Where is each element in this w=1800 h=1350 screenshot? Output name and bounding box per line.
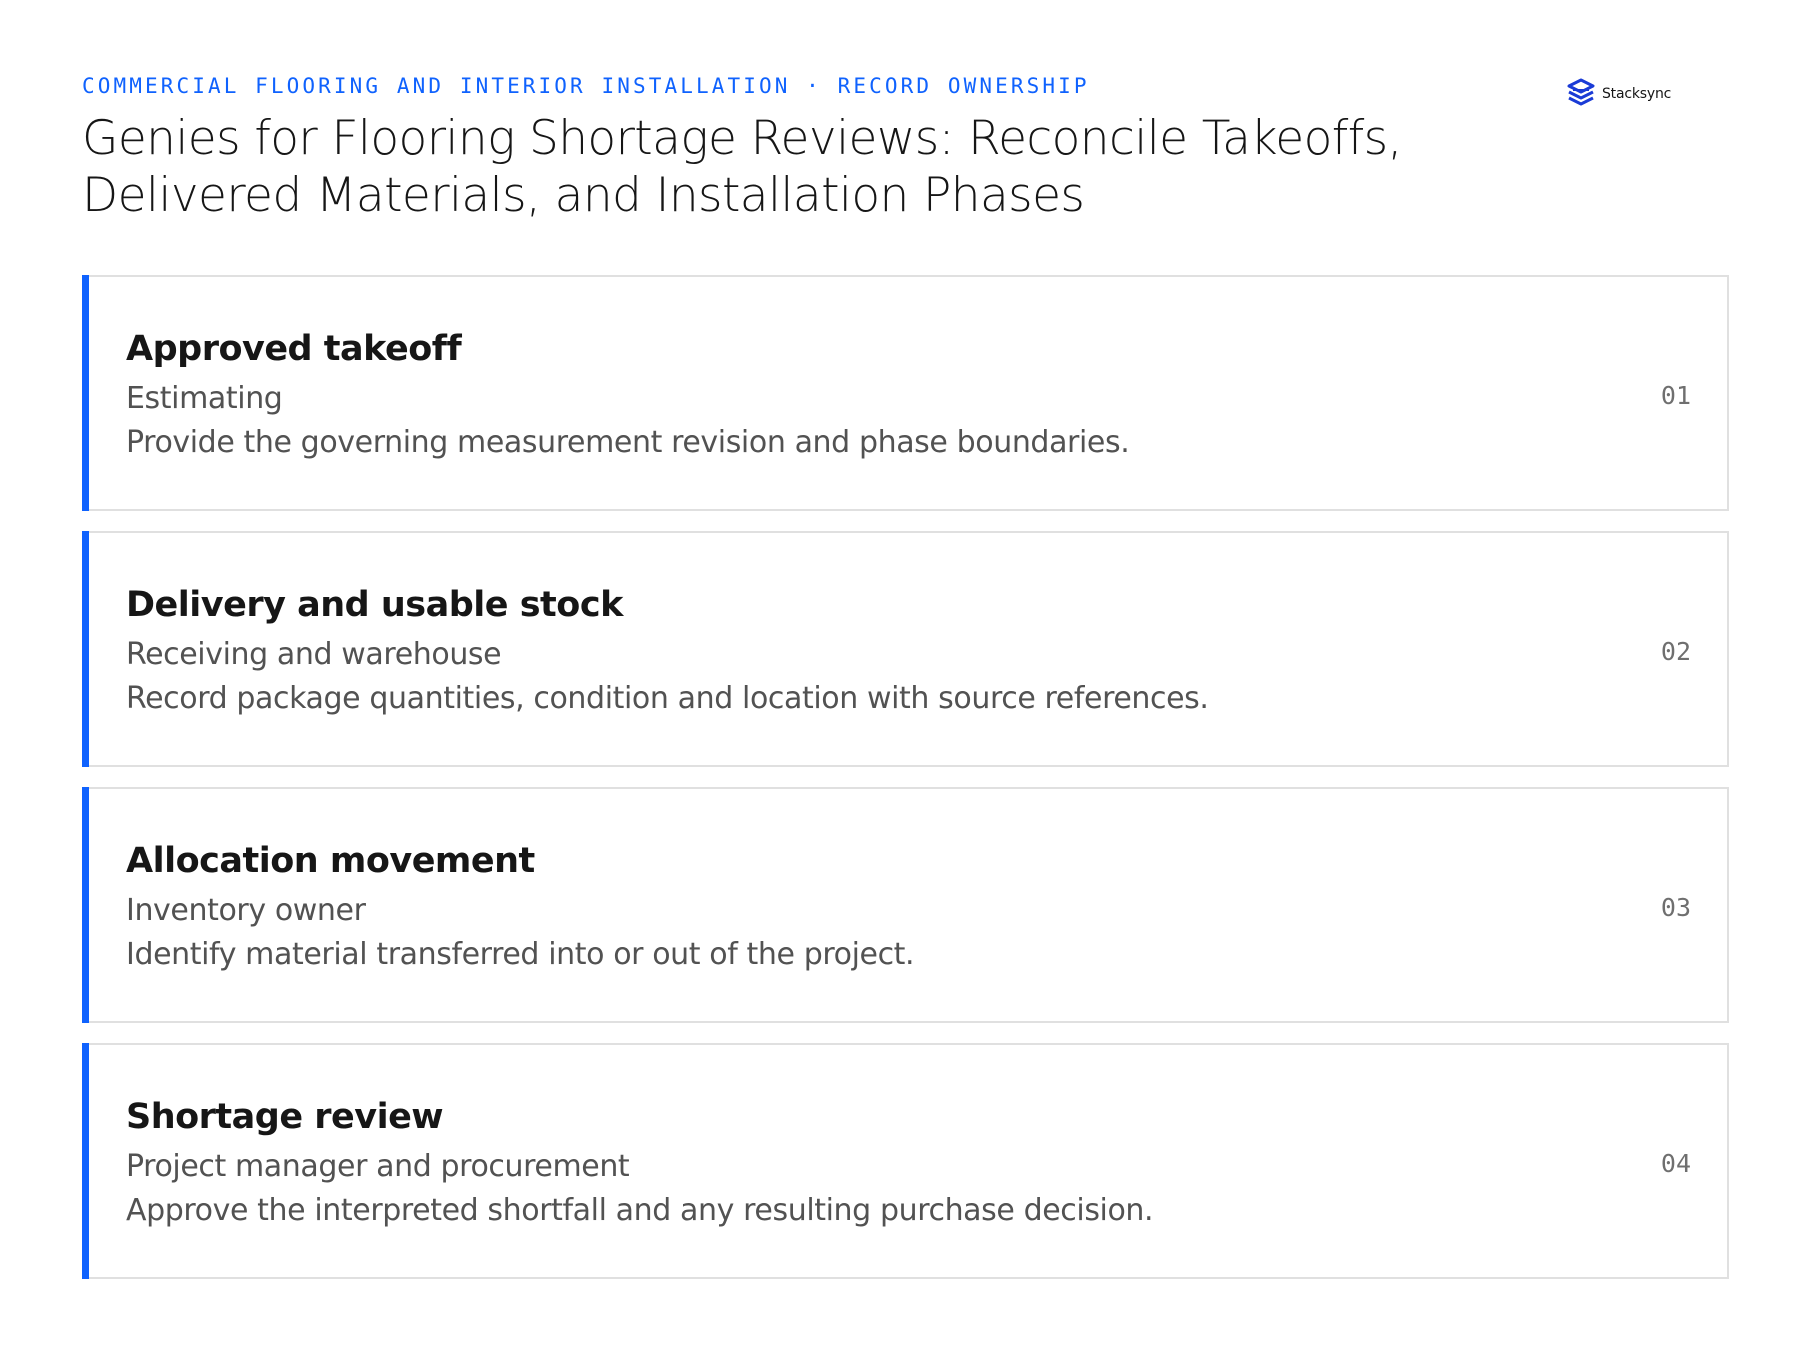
card-accent-bar (82, 531, 89, 767)
logo-text: Stacksync (1602, 86, 1672, 102)
card-number: 02 (1660, 637, 1691, 666)
card-role: Project manager and procurement (126, 1149, 630, 1184)
page-title-line-1: Genies for Flooring Shortage Reviews: Re… (82, 111, 1402, 166)
card-approved-takeoff: Approved takeoff Estimating Provide the … (82, 275, 1729, 511)
card-allocation-movement: Allocation movement Inventory owner Iden… (82, 787, 1729, 1023)
card-role: Estimating (126, 381, 283, 416)
brand-logo: Stacksync (1566, 78, 1671, 110)
card-delivery-and-usable-stock: Delivery and usable stock Receiving and … (82, 531, 1729, 767)
card-body: Delivery and usable stock Receiving and … (126, 583, 1607, 719)
card-role: Inventory owner (126, 893, 366, 928)
eyebrow-label: COMMERCIAL FLOORING AND INTERIOR INSTALL… (82, 74, 1090, 98)
card-role: Receiving and warehouse (126, 637, 502, 672)
card-number: 04 (1660, 1149, 1691, 1178)
card-description: Record package quantities, condition and… (126, 681, 1209, 716)
card-number: 03 (1660, 893, 1691, 922)
card-accent-bar (82, 275, 89, 511)
page-header: COMMERCIAL FLOORING AND INTERIOR INSTALL… (82, 74, 1482, 224)
card-title: Shortage review (126, 1097, 444, 1137)
card-title: Allocation movement (126, 841, 535, 881)
card-title: Approved takeoff (126, 329, 462, 369)
page-title: Genies for Flooring Shortage Reviews: Re… (82, 110, 1482, 224)
card-body: Allocation movement Inventory owner Iden… (126, 839, 1607, 975)
page-title-line-2: Delivered Materials, and Installation Ph… (82, 168, 1085, 223)
card-accent-bar (82, 1043, 89, 1279)
card-title: Delivery and usable stock (126, 585, 623, 625)
card-number: 01 (1660, 381, 1691, 410)
card-description: Provide the governing measurement revisi… (126, 425, 1130, 460)
card-shortage-review: Shortage review Project manager and proc… (82, 1043, 1729, 1279)
card-body: Approved takeoff Estimating Provide the … (126, 327, 1607, 463)
ownership-card-list: Approved takeoff Estimating Provide the … (82, 275, 1729, 1299)
card-description: Approve the interpreted shortfall and an… (126, 1193, 1154, 1228)
card-description: Identify material transferred into or ou… (126, 937, 915, 972)
card-body: Shortage review Project manager and proc… (126, 1095, 1607, 1231)
card-accent-bar (82, 787, 89, 1023)
stacksync-logo-icon (1566, 78, 1596, 110)
